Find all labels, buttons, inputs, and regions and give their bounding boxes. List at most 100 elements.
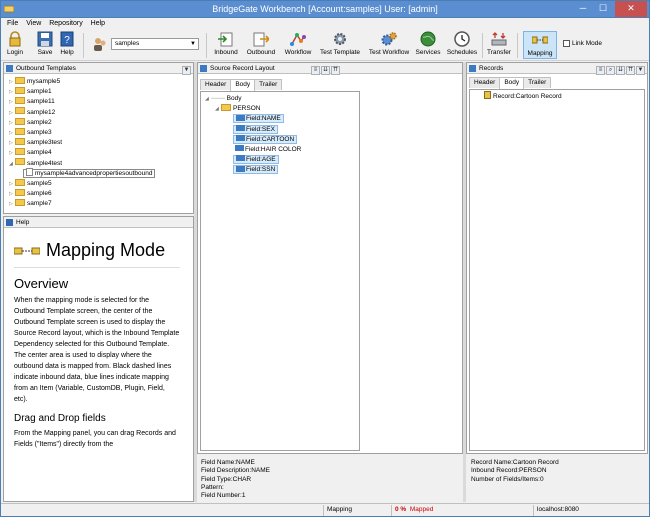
source-layout-tabs: Header Body Trailer: [200, 79, 283, 91]
tab-header[interactable]: Header: [469, 77, 501, 88]
tree-item[interactable]: ▷ sample3test: [9, 137, 193, 148]
tree-item[interactable]: ▷ sample6: [9, 188, 193, 199]
collapse-all-icon[interactable]: ⇈: [626, 66, 635, 75]
tab-trailer[interactable]: Trailer: [523, 77, 552, 88]
status-mode: Mapping: [323, 505, 389, 516]
account-select[interactable]: samples ▼: [111, 38, 199, 50]
folder-icon: [15, 86, 25, 94]
unmapped-field[interactable]: Field:HAIR COLOR: [233, 145, 303, 155]
menu-view[interactable]: View: [26, 18, 41, 30]
tree-root-body[interactable]: ◢ ─── Body: [205, 94, 359, 104]
filter-icon[interactable]: ≡: [596, 66, 605, 75]
record-item[interactable]: Record:Cartoon Record: [484, 91, 562, 102]
tree-record-person[interactable]: ◢ PERSON: [205, 103, 359, 114]
menu-repository[interactable]: Repository: [49, 18, 82, 30]
field-icon: [236, 155, 245, 162]
menu-file[interactable]: File: [7, 18, 18, 30]
status-bar: Mapping 0 % Mapped localhost:8080: [1, 503, 649, 516]
record-name-text: Record Name:Cartoon Record: [471, 459, 559, 466]
save-button[interactable]: Save: [36, 31, 54, 56]
chevron-down-icon[interactable]: ▼: [636, 66, 645, 75]
tree-item[interactable]: ▷ mysample5: [9, 76, 193, 87]
tree-item[interactable]: ▷ sample2: [9, 117, 193, 128]
tab-body[interactable]: Body: [230, 79, 256, 91]
services-button[interactable]: Services: [415, 31, 441, 56]
outbound-templates-header: Outbound Templates ▼: [4, 63, 193, 75]
expand-all-icon[interactable]: ⇊: [616, 66, 625, 75]
help-button[interactable]: ? Help: [58, 31, 76, 56]
search-icon[interactable]: ⌕: [606, 66, 615, 75]
toolbar-separator: [206, 33, 207, 58]
mapped-field[interactable]: Field:AGE: [233, 155, 279, 165]
selected-tree-item[interactable]: mysample4advancedpropertiesoutbound: [23, 167, 156, 178]
help-icon: [6, 219, 13, 226]
outbound-templates-panel: Outbound Templates ▼ ▷ mysample5 ▷ sample1 ▷…: [3, 62, 194, 214]
tree-item[interactable]: ▷ sample5: [9, 178, 193, 189]
field-item[interactable]: Field:CARTOON: [205, 134, 359, 145]
help-heading: Mapping Mode: [14, 239, 180, 261]
records-tree: Record:Cartoon Record: [484, 91, 562, 102]
outbound-templates-tree: ▷ mysample5 ▷ sample1 ▷ sample11 ▷ sample12 ▷ sam…: [9, 76, 193, 209]
login-button[interactable]: Login: [6, 31, 24, 56]
tree-item[interactable]: ◢ sample4test: [9, 158, 193, 169]
mapped-field[interactable]: Field:NAME: [233, 114, 284, 124]
minimize-button[interactable]: ─: [573, 1, 593, 17]
menu-help[interactable]: Help: [91, 18, 105, 30]
save-icon: [37, 31, 53, 47]
link-mode-checkbox[interactable]: Link Mode: [563, 40, 602, 47]
tab-body[interactable]: Body: [499, 77, 525, 89]
tree-item[interactable]: ▷ sample12: [9, 107, 193, 118]
expand-all-icon[interactable]: ⇊: [321, 66, 330, 75]
source-layout-tools: ≡ ⇊ ⇈: [310, 64, 340, 75]
checkbox-box[interactable]: [563, 40, 570, 47]
help-content: Mapping Mode Overview When the mapping m…: [4, 231, 190, 499]
help-header: Help: [4, 217, 193, 228]
help-paragraph: When the mapping mode is selected for th…: [14, 297, 180, 403]
filter-icon[interactable]: ≡: [311, 66, 320, 75]
records-header: Records ≡ ⌕ ⇊ ⇈ ▼: [467, 63, 647, 75]
folder-icon: [15, 148, 25, 156]
mapping-icon: [14, 247, 40, 255]
field-icon: [236, 165, 245, 172]
svg-text:?: ?: [64, 35, 70, 46]
source-record-tree: ◢ ─── Body ◢ PERSON Field:NAME Field:SEX Field…: [205, 94, 359, 176]
collapse-all-icon[interactable]: ⇈: [331, 66, 340, 75]
chevron-down-icon[interactable]: ▼: [182, 66, 191, 75]
field-item[interactable]: Field:NAME: [205, 114, 359, 124]
field-item[interactable]: Field:SSN: [205, 165, 359, 175]
mapping-button[interactable]: Mapping: [523, 31, 557, 59]
field-item[interactable]: Field:SEX: [205, 124, 359, 135]
tree-item[interactable]: ▷ sample7: [9, 199, 193, 209]
tree-item[interactable]: ▷ sample3: [9, 127, 193, 138]
field-item[interactable]: Field:HAIR COLOR: [205, 145, 359, 155]
schedules-button[interactable]: Schedules: [446, 31, 478, 56]
field-item[interactable]: Field:AGE: [205, 155, 359, 165]
workflow-button[interactable]: Workflow: [283, 31, 313, 56]
tree-item[interactable]: mysample4advancedpropertiesoutbound: [9, 167, 193, 179]
folder-icon: [15, 178, 25, 186]
test-workflow-button[interactable]: Test Workflow: [366, 31, 412, 56]
record-info: Record Name:Cartoon Record Inbound Recor…: [471, 459, 647, 484]
field-icon: [236, 135, 245, 142]
maximize-button[interactable]: ☐: [593, 1, 613, 17]
tab-trailer[interactable]: Trailer: [254, 79, 283, 90]
tab-header[interactable]: Header: [200, 79, 232, 90]
status-mapped: 0 % Mapped: [391, 505, 529, 516]
tree-item[interactable]: ▷ sample11: [9, 97, 193, 107]
inbound-button[interactable]: Inbound: [211, 31, 241, 56]
tree-item[interactable]: ▷ sample4: [9, 148, 193, 158]
tree-item[interactable]: ▷ sample1: [9, 86, 193, 97]
records-tabs: Header Body Trailer: [469, 77, 552, 89]
help-book-icon: ?: [60, 31, 74, 47]
transfer-button[interactable]: Transfer: [485, 31, 513, 56]
mapped-field[interactable]: Field:SSN: [233, 165, 279, 175]
mapped-field[interactable]: Field:CARTOON: [233, 134, 298, 144]
outbound-button[interactable]: Outbound: [245, 31, 277, 56]
folder-icon: [15, 127, 25, 135]
mapped-field[interactable]: Field:SEX: [233, 124, 278, 134]
panel-menu-button[interactable]: ▼: [181, 64, 191, 75]
folder-icon: [15, 76, 25, 84]
source-tree-area: ◢ ─── Body ◢ PERSON Field:NAME Field:SEX Field…: [200, 91, 360, 451]
test-template-button[interactable]: Test Template: [317, 31, 363, 56]
close-button[interactable]: ✕: [615, 1, 647, 17]
